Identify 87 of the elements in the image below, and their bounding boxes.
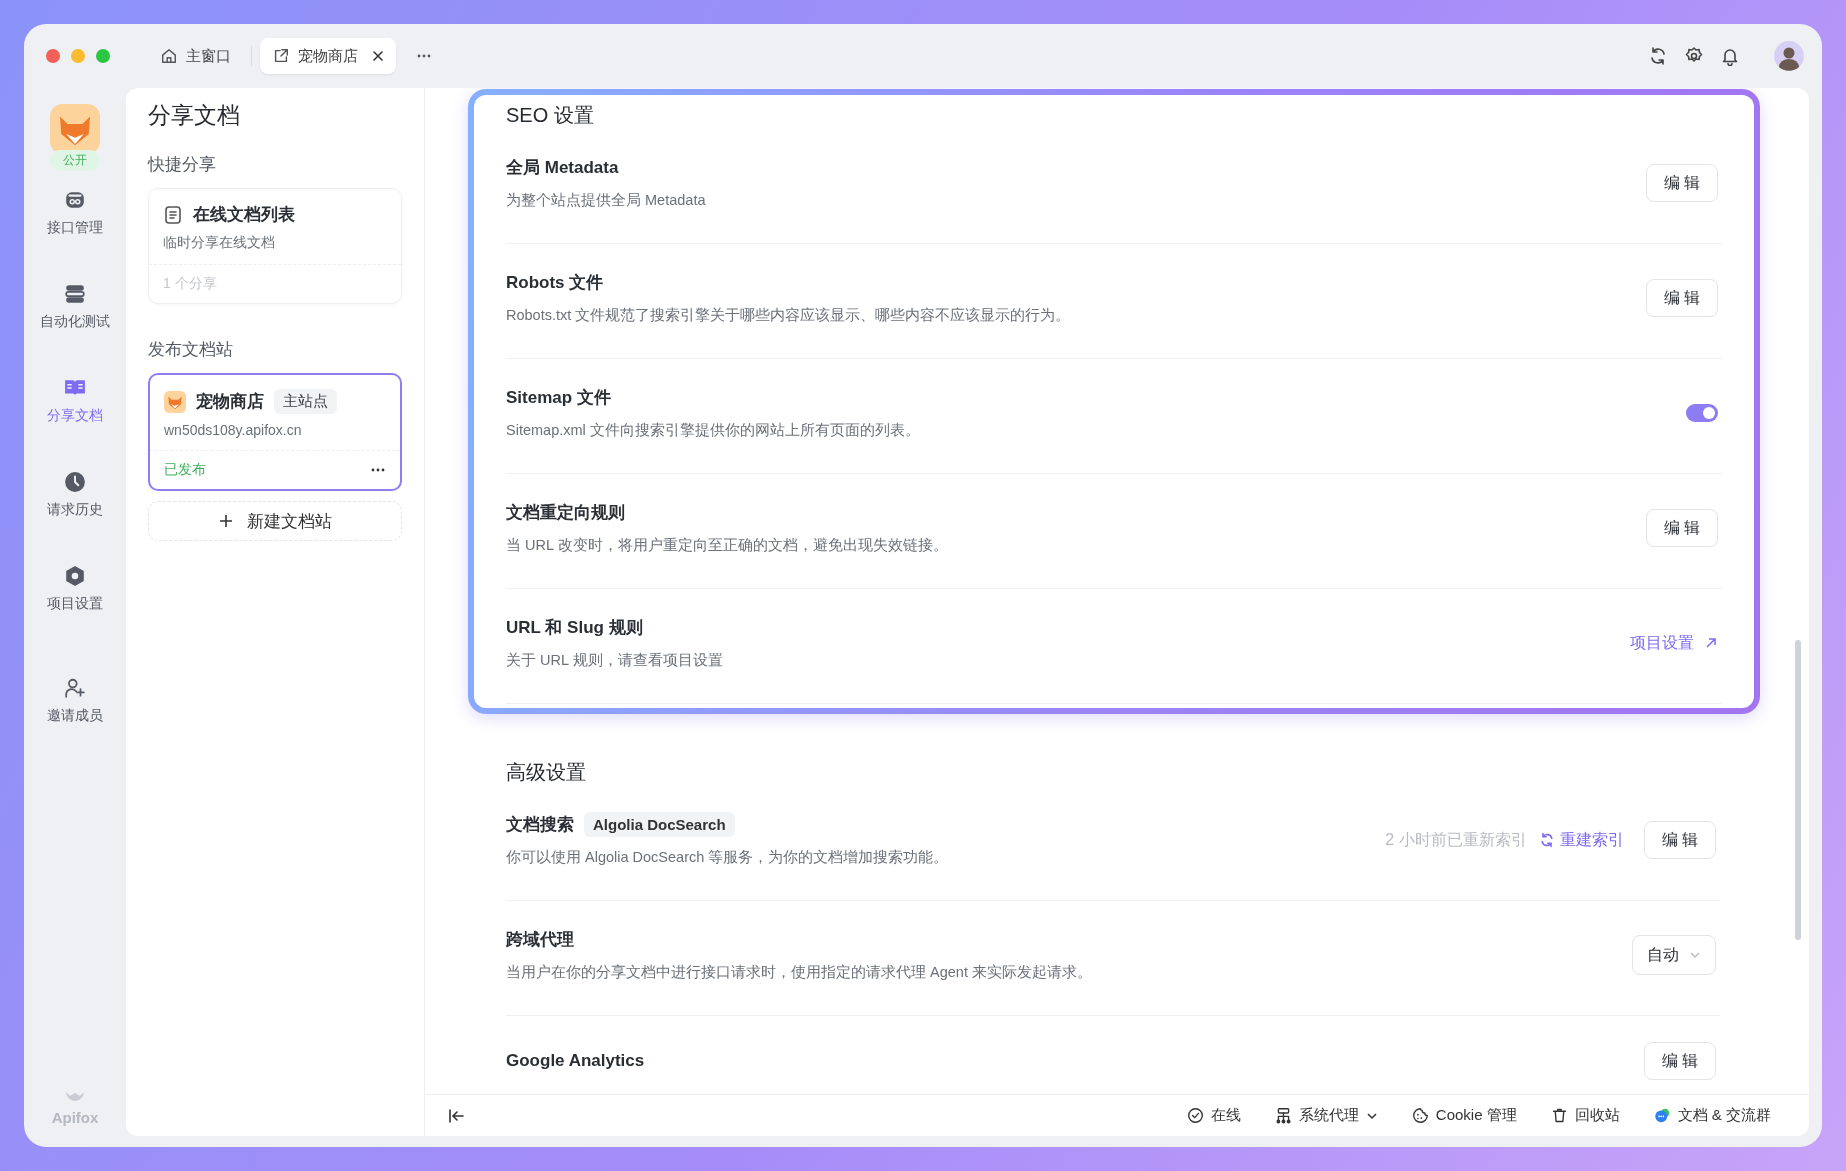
setting-title: Sitemap 文件 [506,386,611,409]
refresh-icon [1538,832,1555,848]
section-title: 发布文档站 [148,339,234,361]
card-subtitle: 临时分享在线文档 [163,234,276,252]
api-icon [64,189,86,211]
nav-label: 接口管理 [47,219,103,237]
setting-description: Robots.txt 文件规范了搜索引擎关于哪些内容应该显示、哪些内容不应该显示的行为。 [506,306,1071,325]
avatar-icon[interactable] [1774,41,1804,71]
setting-title: Robots 文件 [506,271,604,294]
close-button[interactable] [46,49,60,63]
status-item[interactable]: 在线 [1186,1106,1241,1125]
nav-item[interactable]: 请求历史 [47,467,103,547]
nav-item[interactable]: 接口管理 [47,185,103,265]
setting-description: 当 URL 改变时，将用户重定向至正确的文档，避免出现失效链接。 [506,536,948,555]
share-card[interactable]: 宠物商店 主站点 wn50ds108y.apifox.cn 已发布 [148,373,402,491]
setting-description: 你可以使用 Algolia DocSearch 等服务，为你的文档增加搜索功能。 [506,848,949,867]
status-item[interactable]: Cookie 管理 [1411,1106,1517,1125]
status-item[interactable]: 文档 & 交流群 [1653,1106,1771,1125]
close-icon[interactable] [372,50,384,62]
nav-label: 自动化测试 [40,313,110,331]
new-site-button[interactable]: 新建文档站 [148,501,402,541]
setting-title: 文档搜索 [506,813,574,836]
setting-description: 当用户在你的分享文档中进行接口请求时，使用指定的请求代理 Agent 来实际发起请求。 [506,963,1092,982]
setting-title: URL 和 Slug 规则 [506,616,643,639]
check-circle-icon [1186,1107,1204,1124]
nav-label: 项目设置 [47,595,103,613]
chat-icon [1653,1107,1671,1124]
panel-title: 分享文档 [148,101,241,130]
nav-label: 邀请成员 [47,707,103,725]
edit-button[interactable]: 编 辑 [1645,164,1718,202]
share-icon [272,47,290,65]
edit-button[interactable]: 编 辑 [1643,1042,1716,1080]
setting-title: 全局 Metadata [506,156,619,179]
section-title: SEO 设置 [506,103,595,128]
index-status: 2 小时前已重新索引 [1385,829,1527,850]
settings-link[interactable]: 项目设置 [1630,632,1718,654]
settings-icon [64,565,86,587]
setting-title: 跨域代理 [506,928,574,951]
tab[interactable]: 主窗口 [148,38,243,74]
arrow-icon [1704,636,1718,650]
section-title: 快捷分享 [148,154,217,176]
edit-button[interactable]: 编 辑 [1645,509,1718,547]
home-icon [160,47,178,65]
nav-label: 请求历史 [47,501,103,519]
card-title: 宠物商店 [196,391,264,413]
toggle-switch[interactable] [1686,404,1718,422]
proxy-select[interactable]: 自动 [1632,935,1716,975]
refresh-icon[interactable] [1648,46,1668,66]
provider-tag: Algolia DocSearch [584,811,735,837]
nav-item[interactable]: 分享文档 [47,373,103,453]
edit-button[interactable]: 编 辑 [1643,821,1716,859]
stack-icon [64,283,86,305]
fox-icon [164,390,186,413]
invite-icon [64,677,86,699]
status-item[interactable]: 系统代理 [1274,1106,1378,1125]
card-footer: 1 个分享 [163,275,217,293]
nav-label: 分享文档 [47,407,103,425]
nav-item[interactable]: 自动化测试 [40,279,110,359]
card-footer: 已发布 [164,461,206,479]
network-icon [1274,1107,1292,1124]
visibility-badge: 公开 [50,150,100,171]
bell-icon[interactable] [1720,46,1740,66]
edit-button[interactable]: 编 辑 [1645,279,1718,317]
reindex-link[interactable]: 重建索引 [1538,829,1624,851]
collapse-icon[interactable] [447,1106,465,1125]
tab[interactable]: 宠物商店 [260,38,396,74]
nav-item[interactable]: 项目设置 [47,561,103,641]
card-subtitle: wn50ds108y.apifox.cn [164,422,303,438]
card-title: 在线文档列表 [193,204,295,226]
cookie-icon [1411,1107,1429,1124]
share-card[interactable]: 在线文档列表 临时分享在线文档 1 个分享 [148,188,402,304]
fox-icon [50,104,100,154]
setting-description: Sitemap.xml 文件向搜索引擎提供你的网站上所有页面的列表。 [506,421,920,440]
setting-title: 文档重定向规则 [506,501,625,524]
clock-icon [64,471,86,493]
document-icon [163,204,183,225]
setting-title: Google Analytics [506,1051,645,1071]
trash-icon [1550,1107,1568,1124]
setting-description: 关于 URL 规则，请查看项目设置 [506,651,723,670]
scrollbar-thumb[interactable] [1795,640,1801,940]
nav-item[interactable]: 邀请成员 [47,673,103,753]
status-item[interactable]: 回收站 [1550,1106,1620,1125]
brand-name: Apifox [51,1109,99,1126]
plus-icon [218,514,233,528]
setting-description: 为整个站点提供全局 Metadata [506,191,706,210]
section-title: 高级设置 [506,760,587,785]
site-tag: 主站点 [274,389,337,414]
